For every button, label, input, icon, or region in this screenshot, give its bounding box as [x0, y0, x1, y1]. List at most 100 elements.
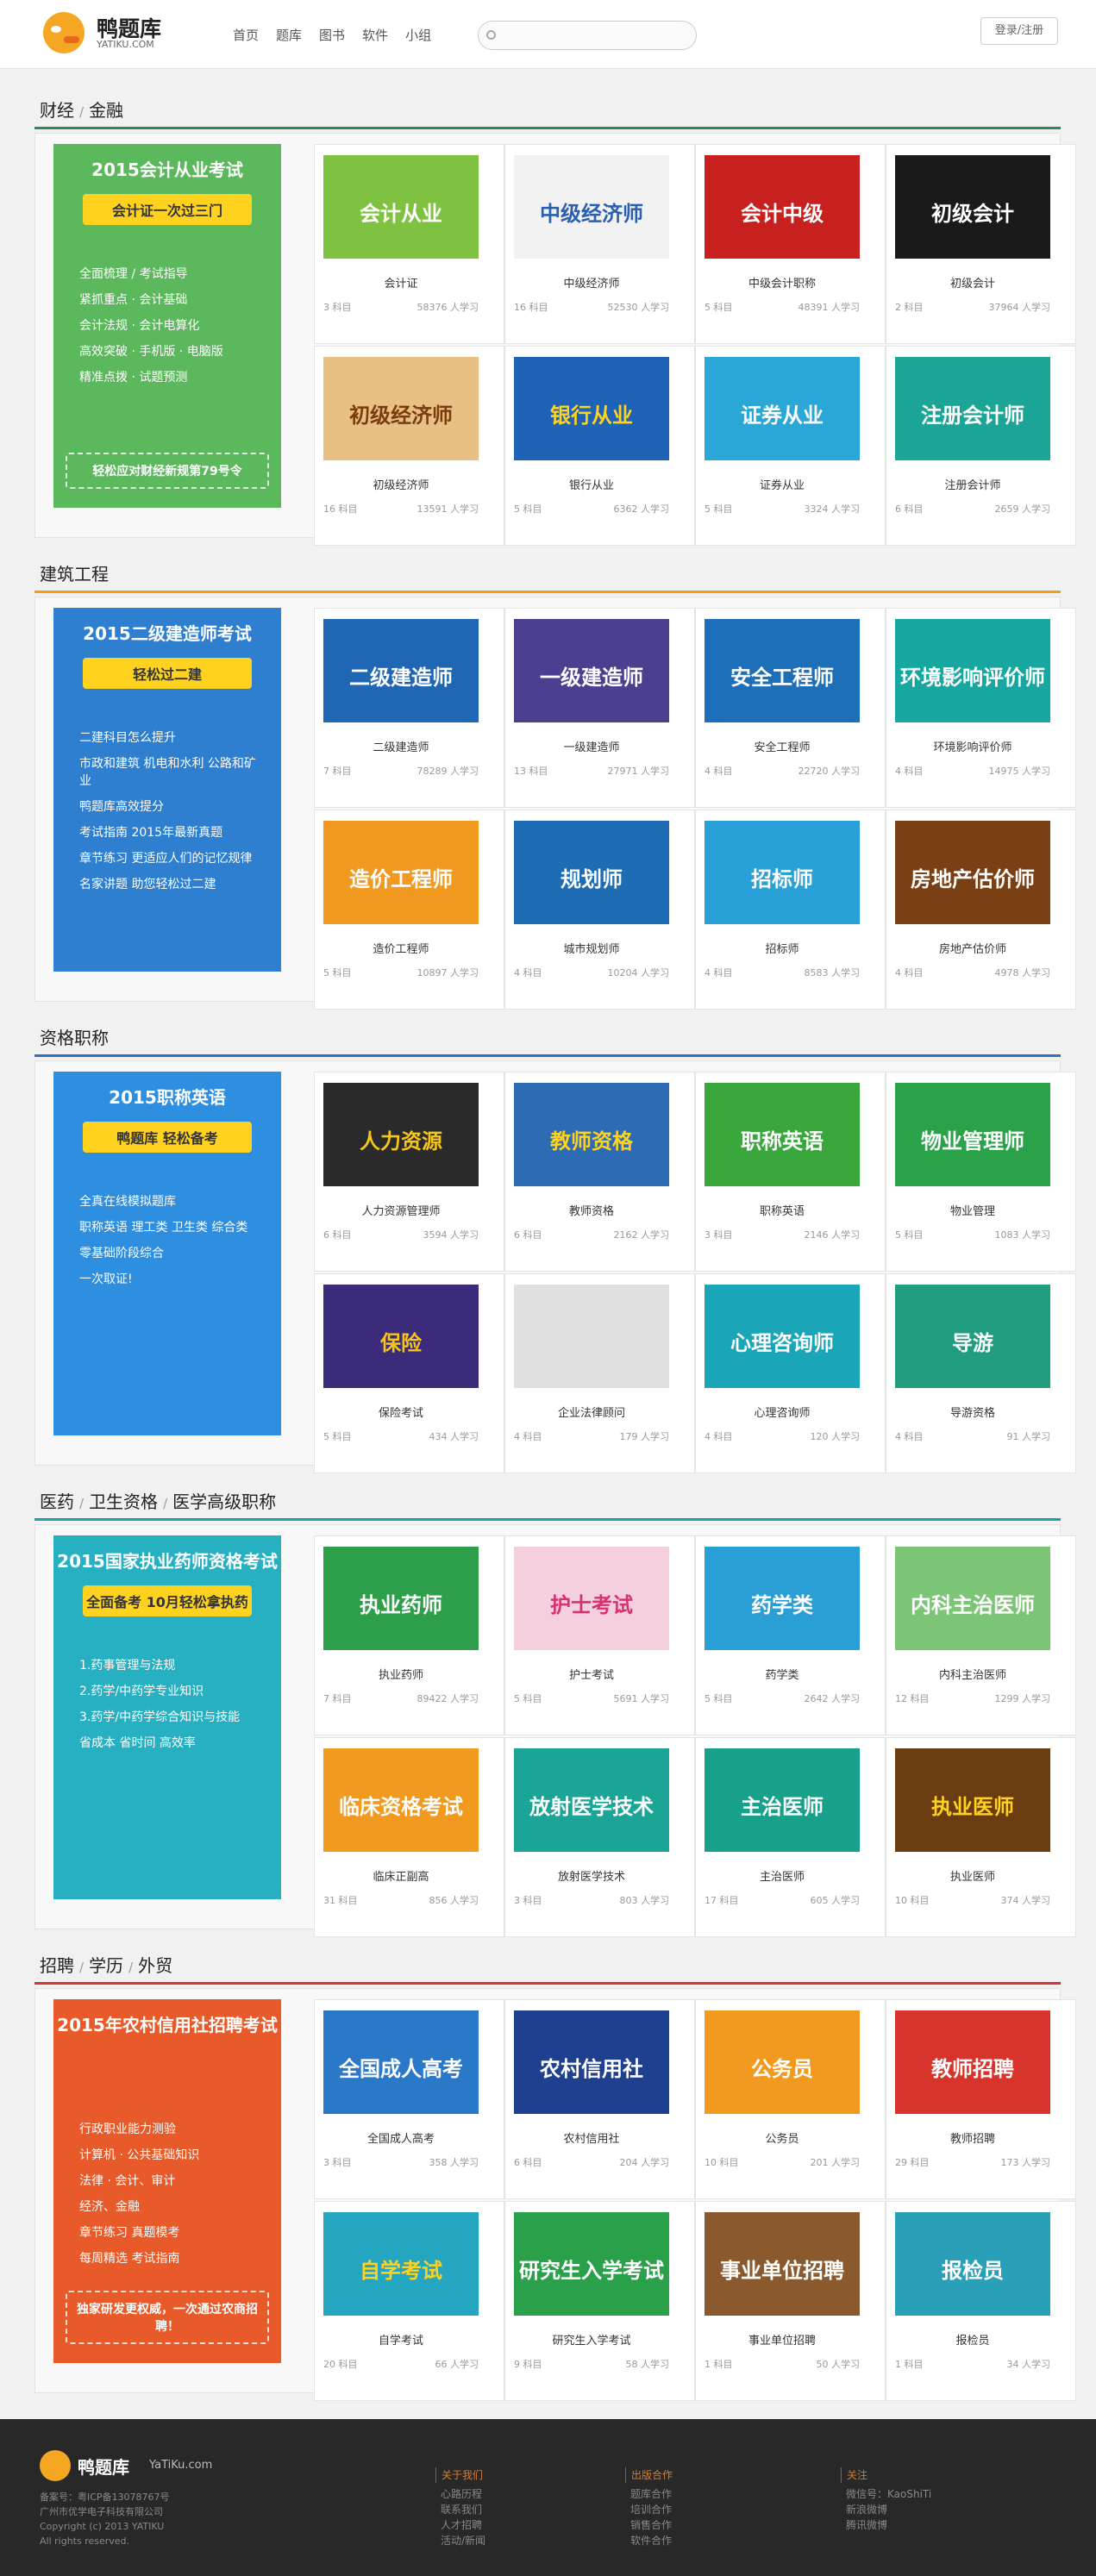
section-title-part[interactable]: 卫生资格: [89, 1491, 158, 1512]
section-title-part[interactable]: 财经: [40, 100, 74, 121]
course-thumbnail[interactable]: 心理咨询师: [705, 1285, 860, 1388]
course-card[interactable]: 报检员 报检员 1 科目 34 人学习: [886, 2201, 1076, 2401]
section-title[interactable]: 医药 / 卫生资格 / 医学高级职称: [40, 1488, 276, 1513]
course-name[interactable]: 导游资格: [886, 1404, 1059, 1420]
footer-link[interactable]: 活动/新闻: [435, 2533, 485, 2548]
footer-link[interactable]: 销售合作: [625, 2517, 673, 2533]
course-thumbnail[interactable]: 公务员: [705, 2010, 860, 2114]
course-thumbnail[interactable]: 证券从业: [705, 357, 860, 460]
course-thumbnail[interactable]: 中级经济师: [514, 155, 669, 259]
course-thumbnail[interactable]: 放射医学技术: [514, 1748, 669, 1852]
section-title-part[interactable]: 金融: [89, 100, 123, 121]
footer-link[interactable]: 联系我们: [435, 2502, 485, 2517]
course-card[interactable]: 心理咨询师 心理咨询师 4 科目 120 人学习: [695, 1273, 886, 1473]
course-card[interactable]: 护士考试 护士考试 5 科目 5691 人学习: [504, 1535, 695, 1735]
course-card[interactable]: 会计从业 会计证 3 科目 58376 人学习: [314, 144, 504, 344]
promo-banner[interactable]: 2015年农村信用社招聘考试 行政职业能力测验 计算机 · 公共基础知识 法律 · 会…: [53, 1999, 281, 2363]
course-thumbnail[interactable]: 报检员: [895, 2212, 1050, 2316]
course-name[interactable]: 一级建造师: [505, 738, 678, 754]
promo-banner[interactable]: 2015二级建造师考试 轻松过二建 二建科目怎么提升 市政和建筑 机电和水利 公路和矿…: [53, 608, 281, 972]
course-name[interactable]: 全国成人高考: [315, 2129, 487, 2146]
course-card[interactable]: 物业管理师 物业管理 5 科目 1083 人学习: [886, 1072, 1076, 1272]
course-thumbnail[interactable]: 造价工程师: [323, 821, 479, 924]
course-name[interactable]: 公务员: [696, 2129, 868, 2146]
course-thumbnail[interactable]: 初级会计: [895, 155, 1050, 259]
course-name[interactable]: 造价工程师: [315, 940, 487, 956]
section-title[interactable]: 招聘 / 学历 / 外贸: [40, 1952, 172, 1977]
course-name[interactable]: 物业管理: [886, 1202, 1059, 1218]
course-name[interactable]: 中级会计职称: [696, 274, 868, 291]
course-card[interactable]: 主治医师 主治医师 17 科目 605 人学习: [695, 1737, 886, 1937]
course-thumbnail[interactable]: 规划师: [514, 821, 669, 924]
course-card[interactable]: 会计中级 中级会计职称 5 科目 48391 人学习: [695, 144, 886, 344]
footer-link[interactable]: 人才招聘: [435, 2517, 485, 2533]
course-thumbnail[interactable]: 二级建造师: [323, 619, 479, 722]
course-thumbnail[interactable]: 导游: [895, 1285, 1050, 1388]
course-card[interactable]: 人力资源 人力资源管理师 6 科目 3594 人学习: [314, 1072, 504, 1272]
course-card[interactable]: 二级建造师 二级建造师 7 科目 78289 人学习: [314, 608, 504, 808]
course-name[interactable]: 二级建造师: [315, 738, 487, 754]
course-thumbnail[interactable]: 银行从业: [514, 357, 669, 460]
course-card[interactable]: 银行从业 银行从业 5 科目 6362 人学习: [504, 346, 695, 546]
course-name[interactable]: 护士考试: [505, 1666, 678, 1682]
nav-books[interactable]: 图书: [319, 26, 345, 44]
footer-link[interactable]: 微信号：KaoShiTi: [841, 2486, 931, 2502]
section-title-part[interactable]: 资格职称: [40, 1028, 109, 1048]
course-thumbnail[interactable]: 药学类: [705, 1547, 860, 1650]
footer-link[interactable]: 软件合作: [625, 2533, 673, 2548]
course-thumbnail[interactable]: 研究生入学考试: [514, 2212, 669, 2316]
login-register-button[interactable]: 登录/注册: [980, 17, 1058, 45]
course-thumbnail[interactable]: 教师资格: [514, 1083, 669, 1186]
course-name[interactable]: 初级经济师: [315, 476, 487, 492]
course-card[interactable]: 执业药师 执业药师 7 科目 89422 人学习: [314, 1535, 504, 1735]
course-name[interactable]: 放射医学技术: [505, 1867, 678, 1884]
course-card[interactable]: 中级经济师 中级经济师 16 科目 52530 人学习: [504, 144, 695, 344]
course-thumbnail[interactable]: [514, 1285, 669, 1388]
course-name[interactable]: 药学类: [696, 1666, 868, 1682]
course-name[interactable]: 主治医师: [696, 1867, 868, 1884]
course-thumbnail[interactable]: 人力资源: [323, 1083, 479, 1186]
course-card[interactable]: 注册会计师 注册会计师 6 科目 2659 人学习: [886, 346, 1076, 546]
course-card[interactable]: 招标师 招标师 4 科目 8583 人学习: [695, 810, 886, 1010]
course-name[interactable]: 心理咨询师: [696, 1404, 868, 1420]
course-thumbnail[interactable]: 安全工程师: [705, 619, 860, 722]
course-card[interactable]: 公务员 公务员 10 科目 201 人学习: [695, 1999, 886, 2199]
course-card[interactable]: 造价工程师 造价工程师 5 科目 10897 人学习: [314, 810, 504, 1010]
course-thumbnail[interactable]: 职称英语: [705, 1083, 860, 1186]
nav-software[interactable]: 软件: [362, 26, 388, 44]
course-card[interactable]: 证券从业 证券从业 5 科目 3324 人学习: [695, 346, 886, 546]
course-card[interactable]: 初级经济师 初级经济师 16 科目 13591 人学习: [314, 346, 504, 546]
course-thumbnail[interactable]: 环境影响评价师: [895, 619, 1050, 722]
course-name[interactable]: 初级会计: [886, 274, 1059, 291]
course-thumbnail[interactable]: 保险: [323, 1285, 479, 1388]
course-thumbnail[interactable]: 全国成人高考: [323, 2010, 479, 2114]
section-title[interactable]: 资格职称: [40, 1024, 109, 1049]
nav-home[interactable]: 首页: [233, 26, 259, 44]
course-thumbnail[interactable]: 执业药师: [323, 1547, 479, 1650]
footer-link[interactable]: 心路历程: [435, 2486, 485, 2502]
course-name[interactable]: 农村信用社: [505, 2129, 678, 2146]
course-name[interactable]: 教师资格: [505, 1202, 678, 1218]
course-thumbnail[interactable]: 招标师: [705, 821, 860, 924]
course-name[interactable]: 证券从业: [696, 476, 868, 492]
course-thumbnail[interactable]: 内科主治医师: [895, 1547, 1050, 1650]
course-card[interactable]: 教师招聘 教师招聘 29 科目 173 人学习: [886, 1999, 1076, 2199]
promo-banner[interactable]: 2015职称英语 鸭题库 轻松备考 全真在线模拟题库 职称英语 理工类 卫生类 综合类…: [53, 1072, 281, 1435]
course-thumbnail[interactable]: 自学考试: [323, 2212, 479, 2316]
course-name[interactable]: 教师招聘: [886, 2129, 1059, 2146]
course-card[interactable]: 规划师 城市规划师 4 科目 10204 人学习: [504, 810, 695, 1010]
course-name[interactable]: 职称英语: [696, 1202, 868, 1218]
course-name[interactable]: 招标师: [696, 940, 868, 956]
promo-banner[interactable]: 2015国家执业药师资格考试 全面备考 10月轻松拿执药 1.药事管理与法规 2.药学…: [53, 1535, 281, 1899]
section-title-part[interactable]: 建筑工程: [40, 564, 109, 585]
course-card[interactable]: 职称英语 职称英语 3 科目 2146 人学习: [695, 1072, 886, 1272]
course-thumbnail[interactable]: 注册会计师: [895, 357, 1050, 460]
course-card[interactable]: 临床资格考试 临床正副高 31 科目 856 人学习: [314, 1737, 504, 1937]
footer-link[interactable]: 新浪微博: [841, 2502, 931, 2517]
course-thumbnail[interactable]: 临床资格考试: [323, 1748, 479, 1852]
section-title-part[interactable]: 医学高级职称: [172, 1491, 276, 1512]
section-title[interactable]: 建筑工程: [40, 560, 109, 585]
course-card[interactable]: 保险 保险考试 5 科目 434 人学习: [314, 1273, 504, 1473]
course-card[interactable]: 自学考试 自学考试 20 科目 66 人学习: [314, 2201, 504, 2401]
course-thumbnail[interactable]: 会计从业: [323, 155, 479, 259]
